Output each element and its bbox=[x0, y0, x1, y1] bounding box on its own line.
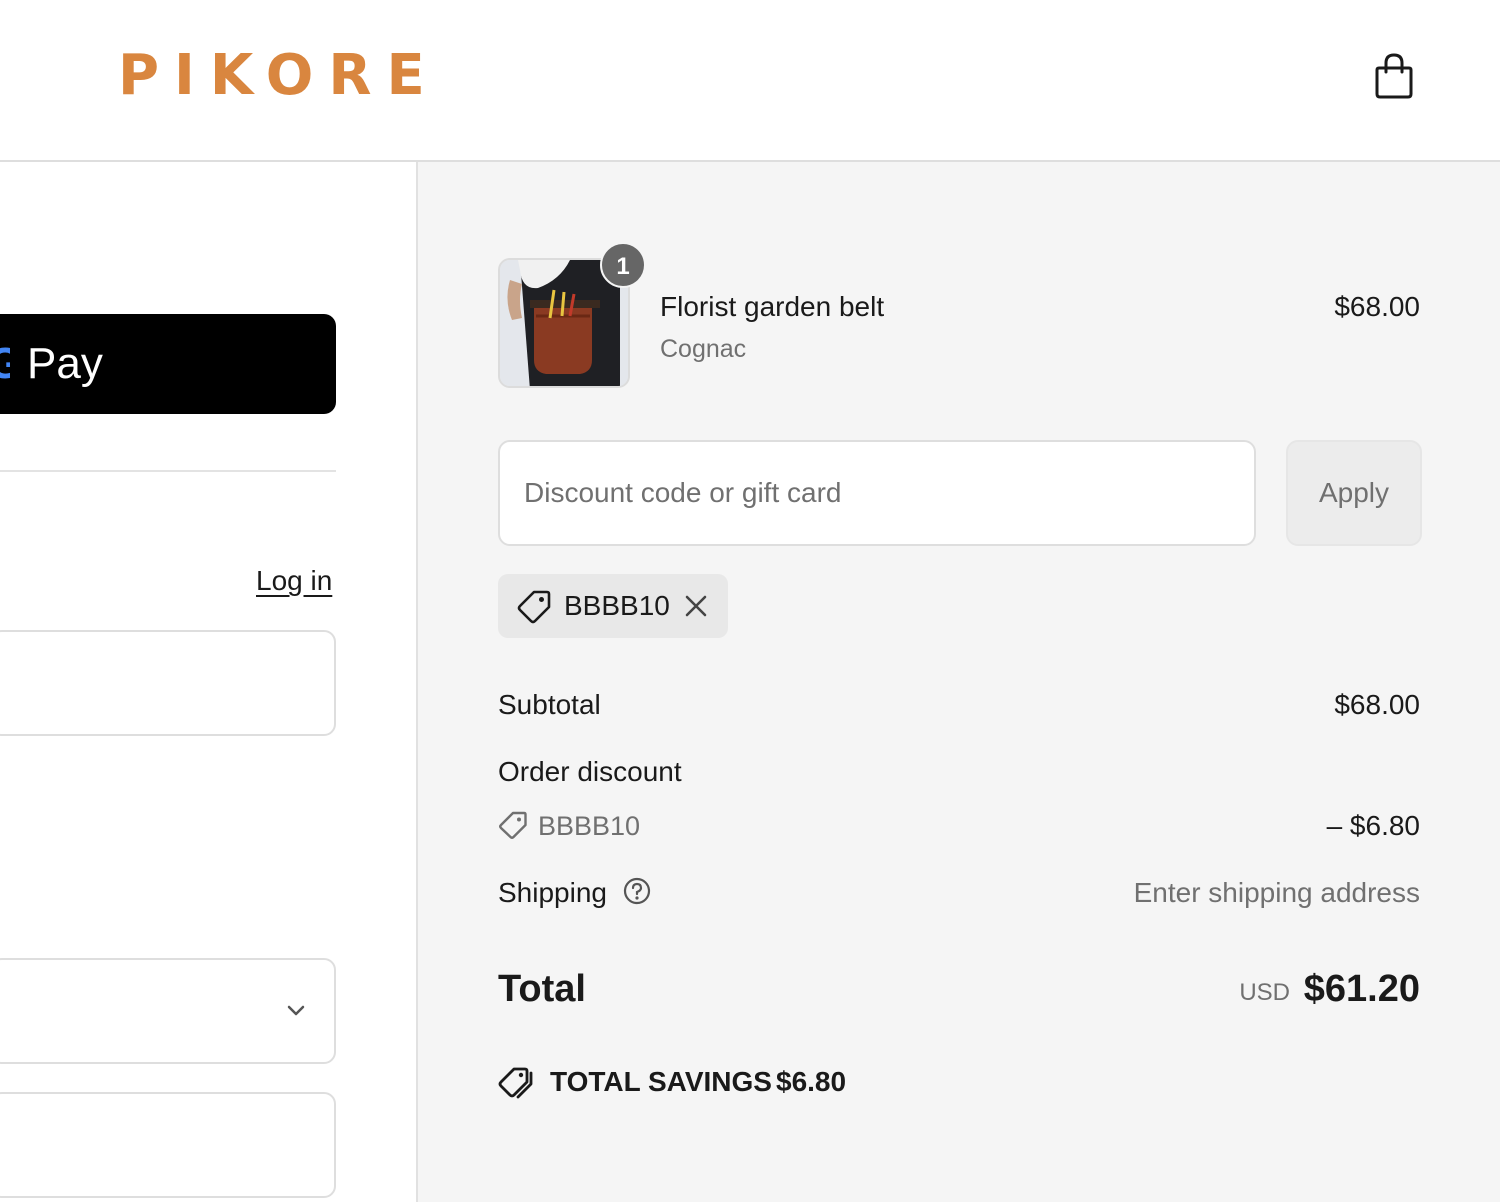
order-discount-label: Order discount bbox=[498, 756, 682, 787]
savings-tag-icon bbox=[498, 1067, 533, 1099]
shipping-label: Shipping bbox=[498, 877, 607, 908]
address-field[interactable] bbox=[0, 1092, 336, 1198]
checkout-form-panel: G Pay Log in bbox=[0, 162, 416, 1202]
discount-code-input[interactable] bbox=[498, 440, 1256, 546]
order-discount-value: – $6.80 bbox=[1326, 810, 1420, 841]
tag-icon bbox=[517, 590, 551, 624]
subtotal-value: $68.00 bbox=[1334, 689, 1420, 720]
product-variant: Cognac bbox=[660, 335, 747, 363]
question-circle-icon[interactable] bbox=[622, 876, 652, 906]
header: PIKORE bbox=[0, 0, 1500, 162]
shopping-bag-icon[interactable] bbox=[1374, 52, 1414, 100]
google-pay-button[interactable]: G Pay bbox=[0, 314, 336, 414]
chevron-down-icon bbox=[287, 1005, 305, 1016]
apply-discount-button[interactable]: Apply bbox=[1286, 440, 1422, 546]
google-pay-label: Pay bbox=[27, 339, 103, 388]
tag-icon bbox=[499, 811, 527, 839]
brand-logo[interactable]: PIKORE bbox=[118, 44, 440, 108]
divider bbox=[0, 470, 336, 472]
applied-discount-chip: BBBB10 bbox=[498, 574, 728, 638]
quantity-badge: 1 bbox=[600, 242, 646, 288]
order-summary-panel: 1 Florist garden belt Cognac $68.00 Appl… bbox=[416, 162, 1500, 1202]
total-currency: USD bbox=[1239, 979, 1290, 1006]
shipping-value: Enter shipping address bbox=[1133, 877, 1420, 908]
log-in-link[interactable]: Log in bbox=[256, 564, 332, 598]
subtotal-label: Subtotal bbox=[498, 689, 601, 720]
order-discount-code: BBBB10 bbox=[538, 811, 641, 841]
remove-discount-close-icon[interactable] bbox=[682, 592, 710, 620]
total-amount: $61.20 bbox=[1303, 968, 1420, 1010]
total-label: Total bbox=[498, 968, 586, 1010]
applied-discount-code: BBBB10 bbox=[564, 590, 670, 621]
google-g-icon: G bbox=[0, 342, 10, 386]
product-name: Florist garden belt bbox=[660, 291, 885, 322]
country-select[interactable] bbox=[0, 958, 336, 1064]
contact-email-field[interactable] bbox=[0, 630, 336, 736]
total-savings-amount: $6.80 bbox=[776, 1066, 847, 1097]
product-price: $68.00 bbox=[1334, 291, 1420, 322]
total-savings-label: TOTAL SAVINGS bbox=[550, 1066, 772, 1097]
